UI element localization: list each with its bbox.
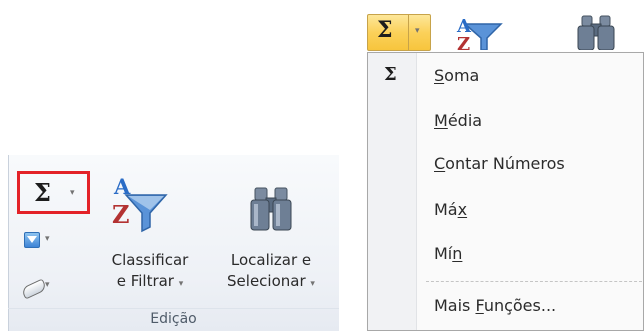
menu-item-media[interactable]: Média [368,100,643,142]
sigma-icon: Σ [34,178,51,207]
find-select-label: Localizar e Selecionar ▾ [208,250,334,295]
menu-item-min[interactable]: Mín [368,233,643,275]
split-divider [408,15,409,50]
menu-item-label: Contar Números [434,154,565,173]
find-select-label-line2: Selecionar [227,272,306,290]
group-divider [8,308,339,309]
sort-filter-label-line2-row: e Filtrar ▾ [92,271,208,295]
menu-item-soma[interactable]: Soma [368,55,643,97]
sort-letter-a: A [114,174,131,199]
menu-item-label: Mín [434,244,463,263]
group-label: Edição [150,311,197,327]
binoculars-icon [577,15,615,50]
menu-item-contar-numeros[interactable]: Contar Números [368,143,643,185]
menu-item-mais-funcoes[interactable]: Mais Funções... [368,285,643,327]
chevron-down-icon: ▾ [70,188,75,198]
chevron-down-icon: ▾ [310,279,315,289]
sort-filter-button[interactable]: A Z Classificar e Filtrar ▾ [92,170,208,302]
autosum-button[interactable]: Σ ▾ [20,174,87,211]
sigma-icon: Σ [377,17,393,43]
find-select-label-line1: Localizar e [230,251,312,269]
sort-filter-label-line1: Classificar [111,251,189,269]
menu-item-max[interactable]: Máx [368,189,643,231]
menu-item-label: Mais Funções... [434,296,557,315]
menu-separator [426,281,642,282]
binoculars-icon [250,187,292,231]
svg-text:Z: Z [457,34,470,50]
chevron-down-icon: ▾ [45,234,50,244]
menu-item-label: Média [434,111,483,130]
sort-letter-z: Z [112,200,130,229]
find-select-button[interactable]: Localizar e Selecionar ▾ [208,170,334,302]
chevron-down-icon: ▾ [45,280,50,290]
find-select-label-line2-row: Selecionar ▾ [208,271,334,295]
sort-filter-label: Classificar e Filtrar ▾ [92,250,208,295]
chevron-down-icon: ▾ [178,279,184,289]
menu-item-label: Soma [434,66,480,85]
sort-filter-label-line2: e Filtrar [116,272,174,290]
menu-item-label: Máx [434,200,468,219]
fill-down-arrow [27,236,37,243]
chevron-down-icon[interactable]: ▾ [415,26,420,36]
sort-filter-funnel-icon: A Z [456,16,503,50]
